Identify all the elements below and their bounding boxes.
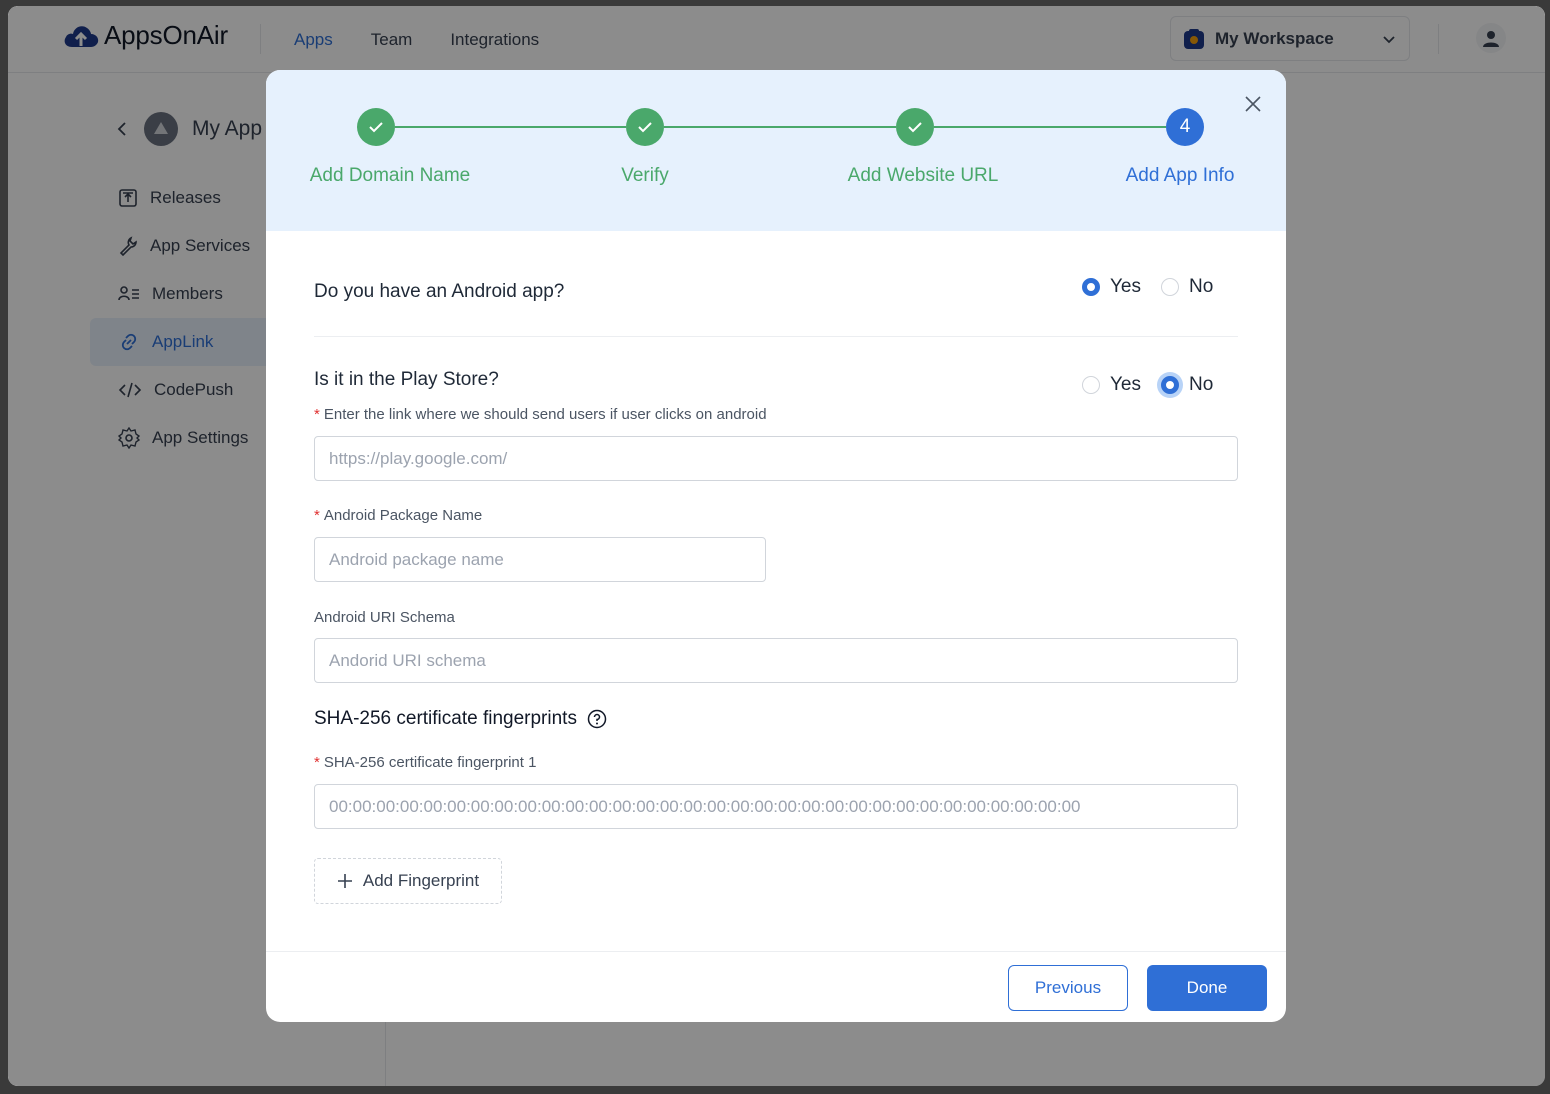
check-icon	[369, 122, 383, 133]
playstore-no-radio[interactable]: No	[1161, 374, 1213, 396]
step-connector	[395, 126, 626, 128]
sha-section-title: SHA-256 certificate fingerprints	[314, 708, 607, 730]
button-label: Add Fingerprint	[362, 871, 480, 890]
required-asterisk: *	[314, 507, 320, 524]
check-icon	[638, 122, 652, 133]
label-text: SHA-256 certificate fingerprint 1	[323, 754, 537, 771]
plus-icon	[337, 874, 352, 888]
section-title-text: SHA-256 certificate fingerprints	[314, 708, 577, 729]
step-connector	[664, 126, 896, 128]
step-1-indicator	[357, 108, 395, 146]
input-placeholder: Andorid URI schema	[329, 650, 486, 670]
close-icon	[1245, 96, 1261, 112]
step-3-indicator	[896, 108, 934, 146]
required-asterisk: *	[314, 754, 320, 771]
modal-footer-divider	[266, 951, 1286, 952]
radio-label: No	[1189, 276, 1214, 297]
android-no-radio[interactable]: No	[1161, 276, 1213, 298]
playstore-radio-group: Yes No	[1082, 374, 1233, 396]
input-placeholder: https://play.google.com/	[329, 448, 508, 468]
radio-label: Yes	[1110, 276, 1141, 297]
input-placeholder: 00:00:00:00:00:00:00:00:00:00:00:00:00:0…	[329, 796, 1081, 816]
package-name-label: * Android Package Name	[314, 507, 482, 524]
uri-schema-label: Android URI Schema	[314, 609, 455, 626]
android-yes-radio[interactable]: Yes	[1082, 276, 1141, 298]
label-text: Android Package Name	[323, 507, 483, 524]
step-2-label: Verify	[621, 165, 669, 186]
radio-indicator	[1161, 376, 1179, 394]
package-name-input[interactable]: Android package name	[314, 537, 766, 582]
step-1-label: Add Domain Name	[309, 165, 471, 186]
playstore-question: Is it in the Play Store?	[314, 369, 499, 390]
playstore-yes-radio[interactable]: Yes	[1082, 374, 1141, 396]
android-question: Do you have an Android app?	[314, 281, 565, 302]
playstore-link-input[interactable]: https://play.google.com/	[314, 436, 1238, 481]
add-app-info-modal: 4 Add Domain Name Verify Add Website URL…	[266, 70, 1286, 1022]
step-3-label: Add Website URL	[847, 165, 999, 186]
step-connector	[934, 126, 1166, 128]
previous-button[interactable]: Previous	[1008, 965, 1128, 1011]
done-button[interactable]: Done	[1147, 965, 1267, 1011]
radio-label: No	[1189, 374, 1214, 395]
android-radio-group: Yes No	[1082, 276, 1233, 298]
sha-fingerprint-label: * SHA-256 certificate fingerprint 1	[314, 754, 536, 771]
close-button[interactable]	[1241, 92, 1265, 116]
playstore-link-label: * Enter the link where we should send use…	[314, 406, 767, 423]
input-placeholder: Android package name	[329, 549, 504, 569]
label-text: Enter the link where we should send user…	[323, 406, 767, 423]
radio-indicator	[1082, 376, 1100, 394]
section-divider	[314, 336, 1238, 337]
step-2-indicator	[626, 108, 664, 146]
required-asterisk: *	[314, 406, 320, 423]
radio-indicator	[1161, 278, 1179, 296]
stepper: 4 Add Domain Name Verify Add Website URL…	[266, 70, 1286, 231]
sha-fingerprint-input[interactable]: 00:00:00:00:00:00:00:00:00:00:00:00:00:0…	[314, 784, 1238, 829]
step-4-label: Add App Info	[1125, 165, 1235, 186]
uri-schema-input[interactable]: Andorid URI schema	[314, 638, 1238, 683]
help-circle-icon[interactable]	[587, 709, 607, 729]
step-4-indicator: 4	[1166, 108, 1204, 146]
radio-indicator	[1082, 278, 1100, 296]
check-icon	[908, 122, 922, 133]
add-fingerprint-button[interactable]: Add Fingerprint	[314, 858, 502, 904]
radio-label: Yes	[1110, 374, 1141, 395]
